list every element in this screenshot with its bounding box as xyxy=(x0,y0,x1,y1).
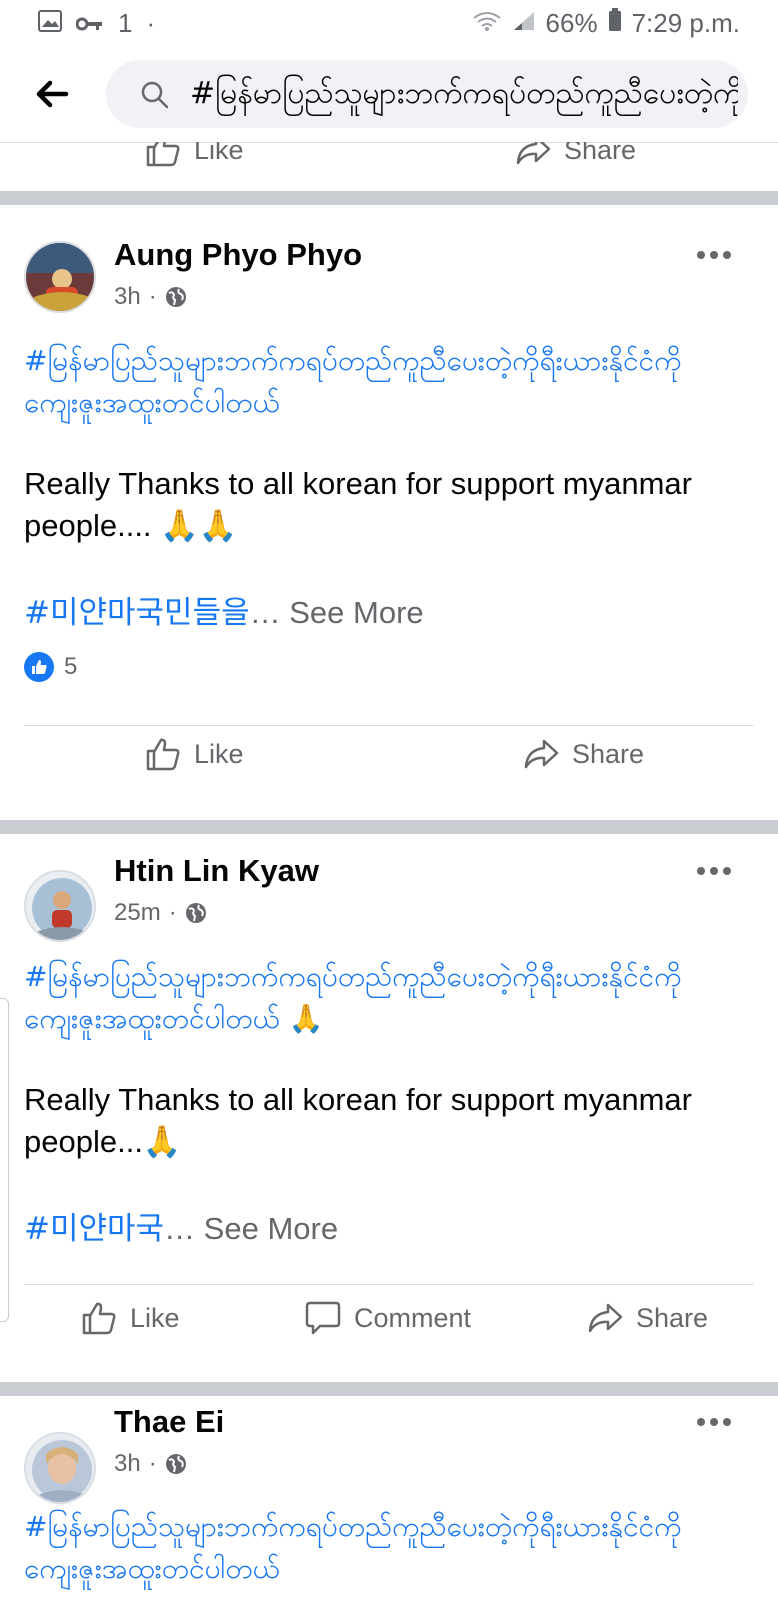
status-left: 1 · xyxy=(38,8,155,39)
wifi-icon xyxy=(472,8,502,39)
like-button[interactable]: Like xyxy=(80,1288,180,1348)
clock: 7:29 p.m. xyxy=(631,8,740,38)
search-box[interactable] xyxy=(106,60,748,128)
post-meta: 3h · xyxy=(114,283,187,311)
more-icon xyxy=(697,1418,731,1426)
more-icon xyxy=(697,867,731,875)
share-button[interactable]: Share xyxy=(522,724,644,784)
post-body: Really Thanks to all korean for support … xyxy=(24,466,692,543)
korean-hashtag[interactable]: #미얀마국민들을 xyxy=(24,595,250,631)
search-header xyxy=(0,46,778,143)
avatar-image xyxy=(26,1434,94,1502)
comment-label: Comment xyxy=(354,1302,472,1333)
image-icon xyxy=(38,8,62,39)
more-options-button[interactable] xyxy=(694,1412,734,1432)
feed-divider xyxy=(0,191,778,205)
back-button[interactable] xyxy=(30,72,74,116)
post-body: Really Thanks to all korean for support … xyxy=(24,1082,692,1159)
comment-button[interactable]: Comment xyxy=(304,1288,471,1348)
share-icon xyxy=(588,1303,623,1333)
globe-icon xyxy=(185,903,206,923)
meta-dot: · xyxy=(148,283,157,310)
search-icon xyxy=(141,81,169,109)
feed-divider xyxy=(0,820,778,834)
post-actions: Like Share xyxy=(0,724,778,784)
battery-icon xyxy=(608,8,622,39)
status-bar: 1 · 66% 7:29 p.m. xyxy=(0,0,778,46)
feed-divider xyxy=(0,1382,778,1396)
avatar[interactable] xyxy=(24,870,96,942)
author-name[interactable]: Aung Phyo Phyo xyxy=(114,237,362,273)
actions-separator xyxy=(24,1284,754,1285)
meta-dot: · xyxy=(148,1450,157,1477)
author-name[interactable]: Htin Lin Kyaw xyxy=(114,853,319,889)
comment-icon xyxy=(305,1301,341,1335)
globe-icon xyxy=(165,287,186,307)
avatar-image xyxy=(26,243,94,311)
more-options-button[interactable] xyxy=(694,245,734,265)
see-more-link[interactable]: … See More xyxy=(164,1211,338,1246)
side-tab[interactable] xyxy=(0,998,9,1322)
post-actions: Like Comment Share xyxy=(0,1288,778,1348)
share-label: Share xyxy=(636,1302,709,1333)
like-button[interactable]: Like xyxy=(144,724,244,784)
key-icon xyxy=(75,8,104,39)
korean-hashtag-line: #미얀마국민들을… See More xyxy=(24,587,424,632)
myanmar-hashtag: #မြန်မာပြည်သူများဘက်ကရပ်တည်ကူညီပေးတဲ့ကို… xyxy=(24,1506,754,1590)
avatar[interactable] xyxy=(24,1432,96,1504)
battery-percent: 66% xyxy=(545,8,598,38)
like-icon xyxy=(146,738,180,771)
like-icon xyxy=(82,1302,116,1335)
previous-like-button[interactable]: Like xyxy=(144,142,244,180)
post-time[interactable]: 3h xyxy=(114,283,141,311)
meta-dot: · xyxy=(168,899,177,926)
dot-icon: · xyxy=(146,8,156,38)
hashtag-link[interactable]: #မြန်မာပြည်သူများဘက်ကရပ်တည်ကူညီပေးတဲ့ကို… xyxy=(24,344,681,419)
search-input[interactable] xyxy=(188,60,740,128)
search-results-page: 1 · 66% 7:29 p.m. #မြန်မာပြည်သူများဘက်ကရ… xyxy=(0,0,778,1599)
reactions-summary[interactable]: 5 xyxy=(24,652,77,682)
author-name[interactable]: Thae Ei xyxy=(114,1404,224,1440)
post-meta: 25m · xyxy=(114,899,207,927)
globe-icon xyxy=(165,1454,186,1474)
post-card: Thae Ei 3h · #မြန်မာပြည်သူများဘက်ကရပ်တည်… xyxy=(0,1396,778,1599)
see-more-link[interactable]: … See More xyxy=(250,595,424,630)
previous-post-actions: Like Share xyxy=(0,142,778,192)
hashtag-link[interactable]: #မြန်မာပြည်သူများဘက်ကရပ်တည်ကူညီပေးတဲ့ကို… xyxy=(24,1510,681,1585)
signal-icon xyxy=(512,8,536,39)
share-button[interactable]: Share xyxy=(586,1288,708,1348)
avatar-image xyxy=(26,872,94,940)
share-icon xyxy=(524,739,559,769)
share-icon xyxy=(516,142,551,165)
previous-share-label: Share xyxy=(564,142,637,165)
like-icon xyxy=(146,142,180,167)
like-reaction-icon xyxy=(24,652,54,682)
reaction-count: 5 xyxy=(64,653,78,680)
korean-hashtag-line: #미얀마국… See More xyxy=(24,1203,338,1248)
hashtag-link[interactable]: #မြန်မာပြည်သူများဘက်ကရပ်တည်ကူညီပေးတဲ့ကို… xyxy=(24,960,681,1035)
share-label: Share xyxy=(572,738,645,769)
more-icon xyxy=(697,251,731,259)
avatar[interactable] xyxy=(24,241,96,313)
back-arrow-icon xyxy=(36,80,69,108)
like-label: Like xyxy=(194,738,244,769)
like-label: Like xyxy=(130,1302,180,1333)
status-right: 66% 7:29 p.m. xyxy=(472,8,740,39)
myanmar-hashtag: #မြန်မာပြည်သူများဘက်ကရပ်တည်ကူညီပေးတဲ့ကို… xyxy=(24,340,754,424)
myanmar-hashtag: #မြန်မာပြည်သူများဘက်ကရပ်တည်ကူညီပေးတဲ့ကို… xyxy=(24,956,754,1040)
previous-share-button[interactable]: Share xyxy=(514,142,636,180)
more-options-button[interactable] xyxy=(694,861,734,881)
korean-hashtag[interactable]: #미얀마국 xyxy=(24,1211,164,1247)
post-card: Aung Phyo Phyo 3h · #မြန်မာပြည်သူများဘက်… xyxy=(0,205,778,820)
hashtag-suffix: 🙏 xyxy=(279,1002,324,1035)
notification-count: 1 xyxy=(118,8,133,38)
post-meta: 3h · xyxy=(114,1450,187,1478)
previous-like-label: Like xyxy=(194,142,244,165)
post-card: Htin Lin Kyaw 25m · #မြန်မာပြည်သူများဘက်… xyxy=(0,834,778,1382)
post-time[interactable]: 25m xyxy=(114,899,161,927)
post-time[interactable]: 3h xyxy=(114,1450,141,1478)
